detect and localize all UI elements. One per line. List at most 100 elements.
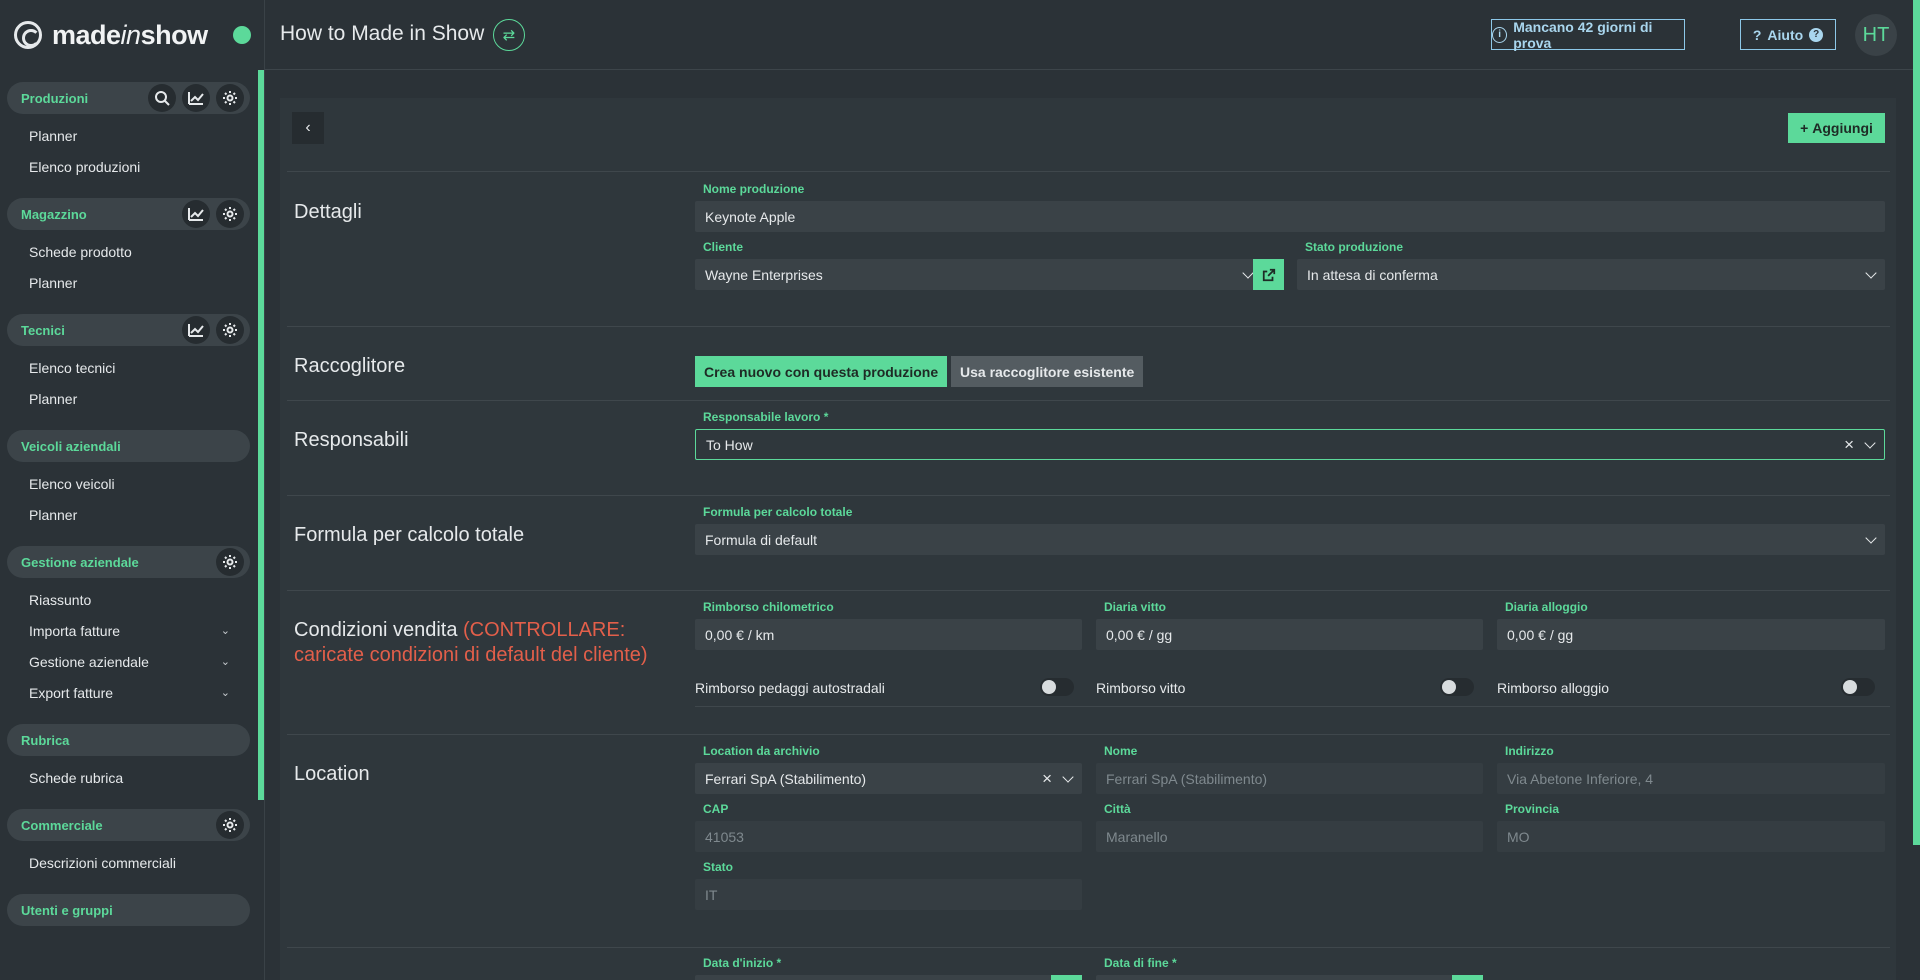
- manager-label: Responsabile lavoro *: [703, 410, 829, 424]
- sidebar-nav-list: Schede prodotto Planner: [7, 230, 250, 302]
- formula-select[interactable]: Formula di default: [695, 524, 1885, 555]
- sidebar-item-label: Gestione aziendale: [29, 653, 149, 670]
- sidebar-section-header[interactable]: Commerciale: [7, 809, 250, 841]
- chart-icon[interactable]: [182, 316, 210, 344]
- production-name-input[interactable]: Keynote Apple: [695, 201, 1885, 232]
- sidebar-item-label: Planner: [29, 390, 78, 407]
- lodging-input[interactable]: 0,00 € / gg: [1497, 619, 1885, 650]
- chart-icon[interactable]: [182, 200, 210, 228]
- logo[interactable]: madeinshow: [0, 0, 264, 70]
- lodging-toggle-label: Rimborso alloggio: [1497, 680, 1610, 696]
- sidebar-item[interactable]: Elenco produzioni: [7, 151, 250, 182]
- section-actions: [182, 316, 244, 344]
- sidebar-section-title: Utenti e gruppi: [21, 902, 113, 918]
- chevron-down-icon[interactable]: ⌄: [221, 655, 230, 668]
- sidebar-item[interactable]: Export fatture ⌄: [7, 677, 250, 708]
- client-value: Wayne Enterprises: [705, 266, 823, 283]
- chevron-down-icon[interactable]: [1062, 770, 1074, 783]
- gear-icon[interactable]: [216, 200, 244, 228]
- city-input[interactable]: Maranello: [1096, 821, 1483, 852]
- back-button[interactable]: ‹: [292, 112, 324, 144]
- section-actions: [216, 548, 244, 576]
- start-date-input[interactable]: [695, 975, 1082, 980]
- sidebar-item-label: Elenco produzioni: [29, 158, 141, 175]
- top-header: How to Made in Show ⇄ i Mancano 42 giorn…: [265, 0, 1920, 70]
- help-button[interactable]: ? Aiuto ?: [1740, 19, 1836, 50]
- start-date-calendar-button[interactable]: [1051, 975, 1082, 980]
- gear-icon[interactable]: [216, 84, 244, 112]
- toll-toggle[interactable]: [1040, 678, 1074, 696]
- chevron-down-icon: [1865, 531, 1877, 544]
- sidebar-section: Rubrica Schede rubrica: [7, 724, 250, 797]
- sidebar-section-title: Gestione aziendale: [21, 554, 139, 570]
- cap-label: CAP: [703, 802, 729, 816]
- end-date-calendar-button[interactable]: [1452, 975, 1483, 980]
- sidebar-item[interactable]: Planner: [7, 499, 250, 530]
- divider: [287, 947, 1890, 948]
- sidebar-section-header[interactable]: Produzioni: [7, 82, 250, 114]
- food-toggle[interactable]: [1440, 678, 1474, 696]
- location-name-input[interactable]: Ferrari SpA (Stabilimento): [1096, 763, 1483, 794]
- sidebar-item[interactable]: Descrizioni commerciali: [7, 847, 250, 878]
- collector-option-existing[interactable]: Usa raccoglitore esistente: [951, 356, 1144, 387]
- add-button[interactable]: + Aggiungi: [1788, 113, 1885, 143]
- client-select[interactable]: Wayne Enterprises: [695, 259, 1262, 290]
- manager-select[interactable]: To How ×: [695, 429, 1885, 460]
- avatar[interactable]: HT: [1855, 14, 1897, 56]
- sidebar-section-header[interactable]: Rubrica: [7, 724, 250, 756]
- sidebar-item-label: Schede prodotto: [29, 243, 132, 260]
- sidebar-item[interactable]: Schede rubrica: [7, 762, 250, 793]
- status-label: Stato produzione: [1305, 240, 1403, 254]
- sidebar-section-header[interactable]: Utenti e gruppi: [7, 894, 250, 926]
- food-toggle-label: Rimborso vitto: [1096, 680, 1186, 696]
- trial-badge[interactable]: i Mancano 42 giorni di prova: [1491, 19, 1685, 51]
- chevron-down-icon[interactable]: [1864, 436, 1876, 449]
- km-input[interactable]: 0,00 € / km: [695, 619, 1082, 650]
- clear-icon[interactable]: ×: [1844, 436, 1854, 453]
- end-date-input[interactable]: [1096, 975, 1483, 980]
- gear-icon[interactable]: [216, 811, 244, 839]
- lodging-toggle[interactable]: [1841, 678, 1875, 696]
- food-value: 0,00 € / gg: [1106, 626, 1173, 643]
- address-input[interactable]: Via Abetone Inferiore, 4: [1497, 763, 1885, 794]
- gear-icon[interactable]: [216, 548, 244, 576]
- open-client-button[interactable]: [1253, 259, 1284, 290]
- province-input[interactable]: MO: [1497, 821, 1885, 852]
- sidebar-item[interactable]: Elenco veicoli: [7, 468, 250, 499]
- sidebar-item-label: Planner: [29, 506, 78, 523]
- search-icon[interactable]: [148, 84, 176, 112]
- chart-icon[interactable]: [182, 84, 210, 112]
- sidebar-item[interactable]: Planner: [7, 267, 250, 298]
- sidebar-scrollbar[interactable]: [258, 70, 264, 800]
- sidebar-item[interactable]: Planner: [7, 383, 250, 414]
- country-input[interactable]: IT: [695, 879, 1082, 910]
- sidebar-section-header[interactable]: Gestione aziendale: [7, 546, 250, 578]
- chevron-down-icon[interactable]: ⌄: [221, 624, 230, 637]
- divider: [287, 326, 1890, 327]
- sidebar-sections: Produzioni Planner Elenco produzioni Magazz…: [0, 82, 264, 926]
- sidebar-item[interactable]: Riassunto: [7, 584, 250, 615]
- clear-icon[interactable]: ×: [1042, 770, 1052, 787]
- switch-account-button[interactable]: ⇄: [493, 19, 525, 51]
- sidebar-nav-list: Schede rubrica: [7, 756, 250, 797]
- sidebar-item[interactable]: Gestione aziendale ⌄: [7, 646, 250, 677]
- chevron-down-icon[interactable]: ⌄: [221, 686, 230, 699]
- archive-select[interactable]: Ferrari SpA (Stabilimento) ×: [695, 763, 1082, 794]
- sidebar-section-header[interactable]: Magazzino: [7, 198, 250, 230]
- food-input[interactable]: 0,00 € / gg: [1096, 619, 1483, 650]
- sidebar-section: Gestione aziendale Riassunto Importa fattu…: [7, 546, 250, 712]
- sidebar-section-header[interactable]: Veicoli aziendali: [7, 430, 250, 462]
- status-select[interactable]: In attesa di conferma: [1297, 259, 1885, 290]
- question-icon: ?: [1752, 26, 1762, 43]
- sidebar-item[interactable]: Schede prodotto: [7, 236, 250, 267]
- city-label: Città: [1104, 802, 1131, 816]
- collector-option-new[interactable]: Crea nuovo con questa produzione: [695, 356, 948, 387]
- page-scrollbar[interactable]: [1913, 0, 1920, 845]
- sidebar-item[interactable]: Elenco tecnici: [7, 352, 250, 383]
- divider: [287, 590, 1890, 591]
- sidebar-section-header[interactable]: Tecnici: [7, 314, 250, 346]
- sidebar-item[interactable]: Planner: [7, 120, 250, 151]
- cap-input[interactable]: 41053: [695, 821, 1082, 852]
- sidebar-item[interactable]: Importa fatture ⌄: [7, 615, 250, 646]
- gear-icon[interactable]: [216, 316, 244, 344]
